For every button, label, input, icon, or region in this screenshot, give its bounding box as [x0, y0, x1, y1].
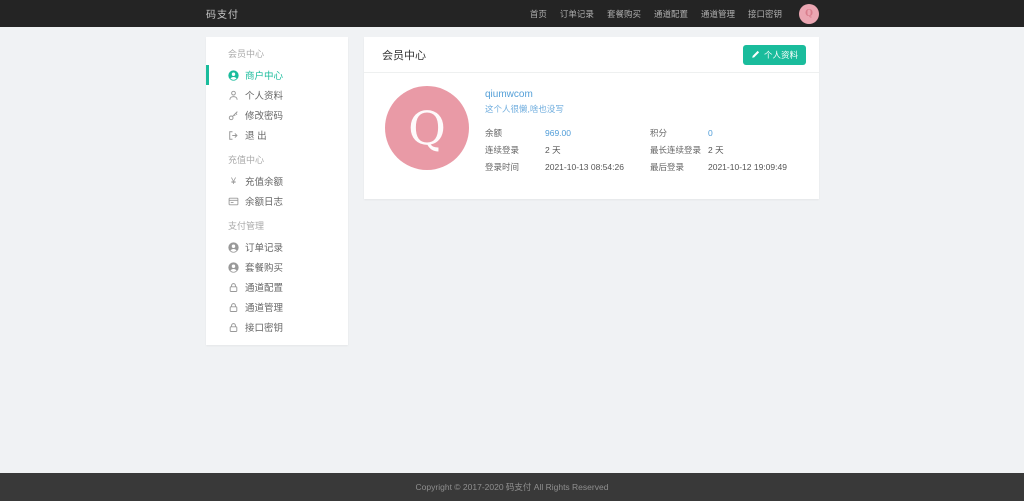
sidebar-section-title: 会员中心	[206, 43, 348, 65]
sidebar-item-logout[interactable]: 退 出	[206, 125, 348, 145]
sidebar-item-label: 接口密钥	[245, 320, 283, 334]
sidebar-item-profile[interactable]: 个人资料	[206, 85, 348, 105]
copyright-text: Copyright © 2017-2020 码支付 All Rights Res…	[416, 482, 609, 492]
sidebar-item-api-key[interactable]: 接口密钥	[206, 317, 348, 337]
sidebar-item-package-buy[interactable]: 套餐购买	[206, 257, 348, 277]
sidebar-item-channel-config[interactable]: 通道配置	[206, 277, 348, 297]
username: qiumwcom	[485, 89, 799, 100]
stat-label-login-streak: 连续登录	[485, 144, 545, 156]
user-avatar[interactable]: Q	[799, 4, 819, 24]
card-header: 会员中心 个人资料	[364, 37, 819, 73]
edit-profile-button-label: 个人资料	[764, 49, 798, 61]
top-navigation: 首页 订单记录 套餐购买 通道配置 通道管理 接口密钥 Q	[530, 4, 819, 24]
lock-icon	[228, 322, 239, 333]
topbar: 码支付 首页 订单记录 套餐购买 通道配置 通道管理 接口密钥 Q	[0, 0, 1024, 27]
sidebar-item-recharge-balance[interactable]: ¥ 充值余额	[206, 171, 348, 191]
stat-label-longest-streak: 最长连续登录	[650, 144, 708, 156]
sidebar-item-label: 通道配置	[245, 280, 283, 294]
user-circle-icon	[228, 70, 239, 81]
stat-label-login-time: 登录时间	[485, 161, 545, 173]
key-icon	[228, 110, 239, 121]
stat-value-login-streak: 2 天	[545, 144, 650, 156]
footer: Copyright © 2017-2020 码支付 All Rights Res…	[0, 473, 1024, 501]
stat-value-points: 0	[708, 128, 799, 138]
brand-logo[interactable]: 码支付	[206, 6, 239, 21]
stat-value-last-login: 2021-10-12 19:09:49	[708, 162, 799, 172]
sidebar-section-payment-manage: 支付管理 订单记录 套餐购买 通道配置 通道管理	[206, 215, 348, 337]
sidebar-section-title: 支付管理	[206, 215, 348, 237]
sidebar-item-label: 退 出	[245, 128, 267, 142]
sidebar-item-label: 通道管理	[245, 300, 283, 314]
nav-item-channel-config[interactable]: 通道配置	[654, 8, 688, 20]
sidebar-item-label: 余额日志	[245, 194, 283, 208]
nav-item-api-key[interactable]: 接口密钥	[748, 8, 782, 20]
member-center-card: 会员中心 个人资料 Q qiumwcom 这个人很懒,啥也没写 余额 969.0…	[364, 37, 819, 199]
edit-profile-button[interactable]: 个人资料	[743, 45, 806, 65]
logout-icon	[228, 130, 239, 141]
profile-avatar: Q	[385, 86, 469, 170]
nav-item-home[interactable]: 首页	[530, 8, 547, 20]
sidebar: 会员中心 商户中心 个人资料 修改密码 退 出 充值中心	[206, 37, 348, 345]
card-icon	[228, 196, 239, 207]
user-bio: 这个人很懒,啥也没写	[485, 103, 799, 115]
nav-item-package-buy[interactable]: 套餐购买	[607, 8, 641, 20]
sidebar-section-recharge-center: 充值中心 ¥ 充值余额 余额日志	[206, 149, 348, 211]
user-circle-icon	[228, 262, 239, 273]
profile-info: qiumwcom 这个人很懒,啥也没写 余额 969.00 积分 0 连续登录 …	[485, 86, 799, 175]
sidebar-item-label: 充值余额	[245, 174, 283, 188]
lock-icon	[228, 282, 239, 293]
stat-row: 余额 969.00 积分 0	[485, 124, 799, 141]
stat-value-balance: 969.00	[545, 128, 650, 138]
nav-item-channel-manage[interactable]: 通道管理	[701, 8, 735, 20]
profile-section: Q qiumwcom 这个人很懒,啥也没写 余额 969.00 积分 0 连续登…	[364, 73, 819, 175]
sidebar-item-label: 修改密码	[245, 108, 283, 122]
yen-icon: ¥	[228, 176, 239, 186]
sidebar-item-label: 商户中心	[245, 68, 283, 82]
stat-row: 连续登录 2 天 最长连续登录 2 天	[485, 141, 799, 158]
stat-label-balance: 余额	[485, 127, 545, 139]
sidebar-item-channel-manage[interactable]: 通道管理	[206, 297, 348, 317]
sidebar-section-title: 充值中心	[206, 149, 348, 171]
stat-value-login-time: 2021-10-13 08:54:26	[545, 162, 650, 172]
sidebar-item-order-records[interactable]: 订单记录	[206, 237, 348, 257]
stat-label-points: 积分	[650, 127, 708, 139]
sidebar-section-member-center: 会员中心 商户中心 个人资料 修改密码 退 出	[206, 43, 348, 145]
sidebar-item-label: 套餐购买	[245, 260, 283, 274]
stat-value-longest-streak: 2 天	[708, 144, 799, 156]
lock-icon	[228, 302, 239, 313]
sidebar-item-change-password[interactable]: 修改密码	[206, 105, 348, 125]
sidebar-item-balance-log[interactable]: 余额日志	[206, 191, 348, 211]
stat-row: 登录时间 2021-10-13 08:54:26 最后登录 2021-10-12…	[485, 158, 799, 175]
user-icon	[228, 90, 239, 101]
sidebar-item-label: 个人资料	[245, 88, 283, 102]
page-title: 会员中心	[382, 47, 426, 63]
stat-label-last-login: 最后登录	[650, 161, 708, 173]
user-circle-icon	[228, 242, 239, 253]
pencil-icon	[751, 50, 760, 59]
nav-item-order-records[interactable]: 订单记录	[560, 8, 594, 20]
sidebar-item-label: 订单记录	[245, 240, 283, 254]
sidebar-item-merchant-center[interactable]: 商户中心	[206, 65, 348, 85]
